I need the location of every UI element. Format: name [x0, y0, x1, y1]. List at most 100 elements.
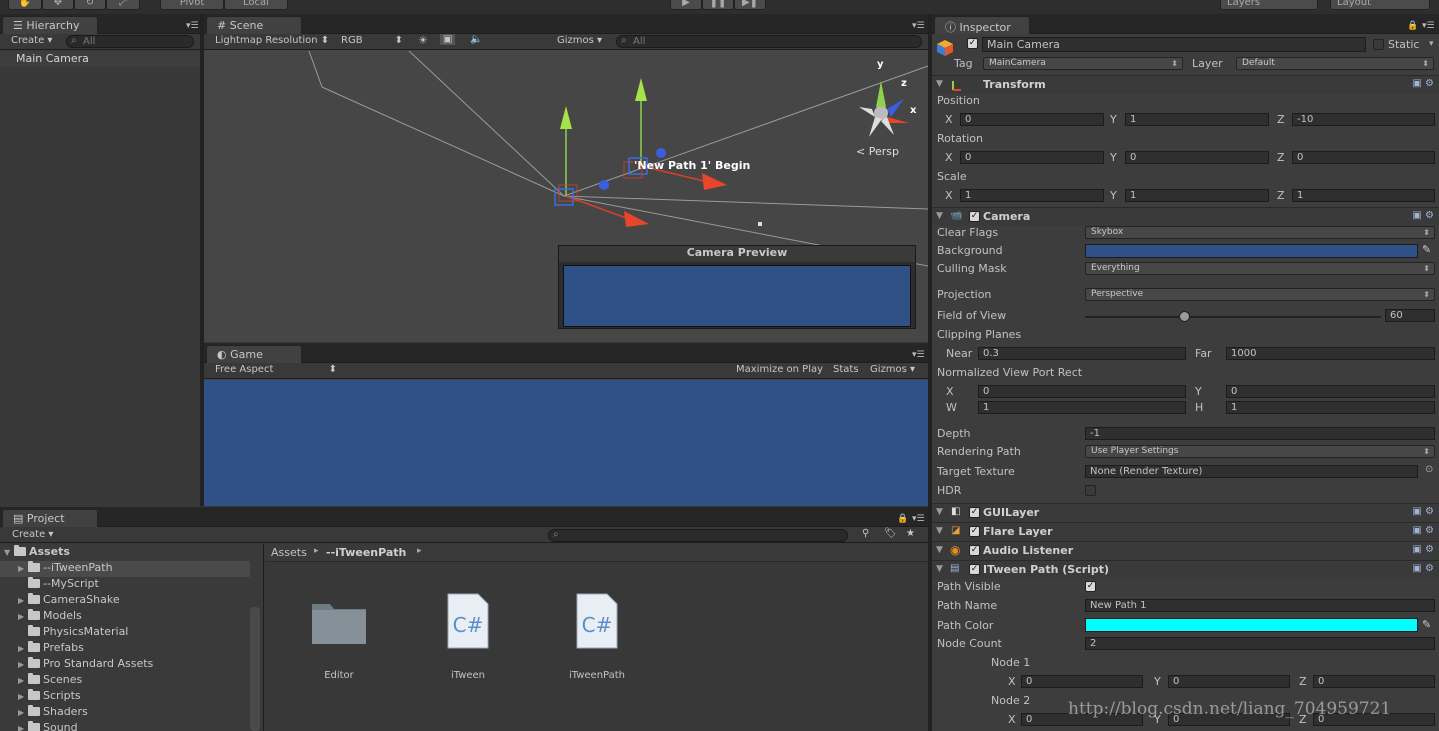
near-field[interactable]: 0.3: [978, 347, 1186, 360]
breadcrumb-current[interactable]: --iTweenPath: [326, 546, 406, 559]
breadcrumb-assets[interactable]: Assets: [271, 546, 307, 559]
lock-icon[interactable]: 🔒: [1407, 21, 1418, 31]
path-color-field[interactable]: [1085, 618, 1418, 632]
audio-enabled-checkbox[interactable]: ✓: [969, 545, 980, 556]
stats-toggle[interactable]: Stats: [833, 364, 859, 375]
scene-search-input[interactable]: All: [616, 35, 922, 48]
fold-arrow-icon[interactable]: ▼: [936, 564, 943, 574]
node-count-field[interactable]: 2: [1085, 637, 1435, 650]
lightmap-resolution-dropdown[interactable]: Lightmap Resolution ⬍: [215, 35, 329, 46]
rendering-path-dropdown[interactable]: Use Player Settings: [1085, 445, 1435, 458]
persp-label[interactable]: < Persp: [856, 145, 899, 158]
tree-item[interactable]: ▶ Models: [0, 609, 250, 625]
depth-field[interactable]: -1: [1085, 427, 1435, 440]
tag-dropdown[interactable]: MainCamera: [983, 57, 1183, 70]
component-settings-icons[interactable]: ▣ ⚙: [1412, 544, 1434, 555]
scale-z-field[interactable]: 1: [1292, 189, 1435, 202]
itween-enabled-checkbox[interactable]: ✓: [969, 564, 980, 575]
fold-arrow-icon[interactable]: ▼: [936, 507, 943, 517]
camera-enabled-checkbox[interactable]: ✓: [969, 211, 980, 222]
far-field[interactable]: 1000: [1226, 347, 1435, 360]
tree-scrollbar[interactable]: [250, 607, 260, 731]
rotation-x-field[interactable]: 0: [960, 151, 1104, 164]
tab-inspector[interactable]: ⓘ Inspector: [934, 16, 1030, 34]
component-settings-icons[interactable]: ▣ ⚙: [1412, 210, 1434, 221]
hierarchy-item-main-camera[interactable]: Main Camera: [0, 51, 200, 67]
image-effects-toggle-icon[interactable]: ▣: [440, 34, 456, 45]
lock-icon[interactable]: 🔒: [897, 514, 908, 524]
audio-toggle-icon[interactable]: 🔈: [470, 34, 482, 45]
filter-label-icon[interactable]: 🏷: [884, 528, 897, 539]
tree-item[interactable]: ▶ Scripts: [0, 689, 250, 705]
path-node-handle[interactable]: [758, 222, 762, 226]
audio-listener-header[interactable]: ▼ ◉ ✓ Audio Listener ▣ ⚙: [932, 541, 1439, 560]
expand-down-icon[interactable]: ▼: [4, 548, 14, 557]
rotation-y-field[interactable]: 0: [1125, 151, 1269, 164]
node1-y-field[interactable]: 0: [1168, 675, 1290, 688]
node1-x-field[interactable]: 0: [1021, 675, 1143, 688]
fov-slider-thumb[interactable]: [1179, 311, 1190, 322]
expand-right-icon[interactable]: ▶: [18, 660, 28, 669]
layers-dropdown[interactable]: Layers: [1220, 0, 1318, 10]
panel-menu-icon[interactable]: ▾☰: [912, 514, 925, 524]
move-tool-button[interactable]: ✥: [42, 0, 74, 10]
file-item-itweenpath[interactable]: C# iTweenPath: [552, 592, 642, 692]
tree-item[interactable]: ▶ Sound: [0, 721, 250, 731]
expand-right-icon[interactable]: ▶: [18, 564, 28, 573]
fov-field[interactable]: 60: [1385, 309, 1435, 322]
background-color-field[interactable]: [1085, 244, 1418, 258]
expand-right-icon[interactable]: ▶: [18, 676, 28, 685]
filter-type-icon[interactable]: ⚲: [862, 528, 869, 539]
tree-item[interactable]: ▶ Pro Standard Assets: [0, 657, 250, 673]
position-z-field[interactable]: -10: [1292, 113, 1435, 126]
expand-right-icon[interactable]: ▶: [18, 644, 28, 653]
layout-dropdown[interactable]: Layout: [1330, 0, 1430, 10]
step-button[interactable]: ▶❚: [734, 0, 766, 10]
scale-y-field[interactable]: 1: [1125, 189, 1269, 202]
flare-layer-header[interactable]: ▼ ◪ ✓ Flare Layer ▣ ⚙: [932, 522, 1439, 541]
hand-tool-button[interactable]: ✋: [8, 0, 42, 10]
fold-arrow-icon[interactable]: ▼: [936, 545, 943, 555]
active-checkbox[interactable]: ✓: [967, 38, 978, 49]
path-visible-checkbox[interactable]: ✓: [1085, 581, 1096, 592]
orientation-gizmo[interactable]: [859, 81, 909, 137]
tab-hierarchy[interactable]: ☰ Hierarchy: [2, 16, 98, 34]
tree-item[interactable]: ▶ Scenes: [0, 673, 250, 689]
maximize-on-play-toggle[interactable]: Maximize on Play: [736, 364, 823, 375]
tree-item[interactable]: ▶ Shaders: [0, 705, 250, 721]
tree-item[interactable]: --MyScript: [0, 577, 250, 593]
scale-x-field[interactable]: 1: [960, 189, 1104, 202]
clear-flags-dropdown[interactable]: Skybox: [1085, 226, 1435, 239]
vp-w-field[interactable]: 1: [978, 401, 1186, 414]
tree-item[interactable]: PhysicsMaterial: [0, 625, 250, 641]
fold-arrow-icon[interactable]: ▼: [936, 211, 943, 221]
expand-right-icon[interactable]: ▶: [18, 708, 28, 717]
component-settings-icons[interactable]: ▣ ⚙: [1412, 525, 1434, 536]
game-view[interactable]: [204, 380, 928, 506]
transform-header[interactable]: ▼ Transform ▣ ⚙: [932, 75, 1439, 94]
component-settings-icons[interactable]: ▣ ⚙: [1412, 78, 1434, 89]
pause-button[interactable]: ❚❚: [702, 0, 734, 10]
file-item-editor[interactable]: Editor: [294, 592, 384, 692]
expand-right-icon[interactable]: ▶: [18, 724, 28, 731]
fold-arrow-icon[interactable]: ▼: [936, 526, 943, 536]
panel-divider[interactable]: [928, 14, 932, 731]
aspect-dropdown[interactable]: Free Aspect ⬍: [215, 364, 339, 375]
eyedropper-icon[interactable]: ✎: [1422, 243, 1431, 256]
guilayer-header[interactable]: ▼ ◧ ✓ GUILayer ▣ ⚙: [932, 503, 1439, 522]
favorites-star-icon[interactable]: ★: [906, 528, 915, 539]
rotation-z-field[interactable]: 0: [1292, 151, 1435, 164]
tree-item[interactable]: ▼ Assets: [0, 545, 250, 561]
object-name-field[interactable]: Main Camera: [982, 37, 1366, 52]
target-texture-field[interactable]: None (Render Texture): [1085, 465, 1418, 478]
expand-right-icon[interactable]: ▶: [18, 612, 28, 621]
panel-menu-icon[interactable]: ▾☰: [912, 21, 925, 31]
tab-project[interactable]: ▤ Project: [2, 509, 98, 527]
itween-path-header[interactable]: ▼ ▤ ✓ ITween Path (Script) ▣ ⚙: [932, 560, 1439, 579]
hdr-checkbox[interactable]: [1085, 485, 1096, 496]
lighting-toggle-icon[interactable]: ☀: [418, 34, 428, 47]
gizmos-dropdown[interactable]: Gizmos ▾: [557, 35, 602, 46]
vp-x-field[interactable]: 0: [978, 385, 1186, 398]
tree-item[interactable]: ▶ Prefabs: [0, 641, 250, 657]
static-checkbox[interactable]: [1373, 39, 1384, 50]
